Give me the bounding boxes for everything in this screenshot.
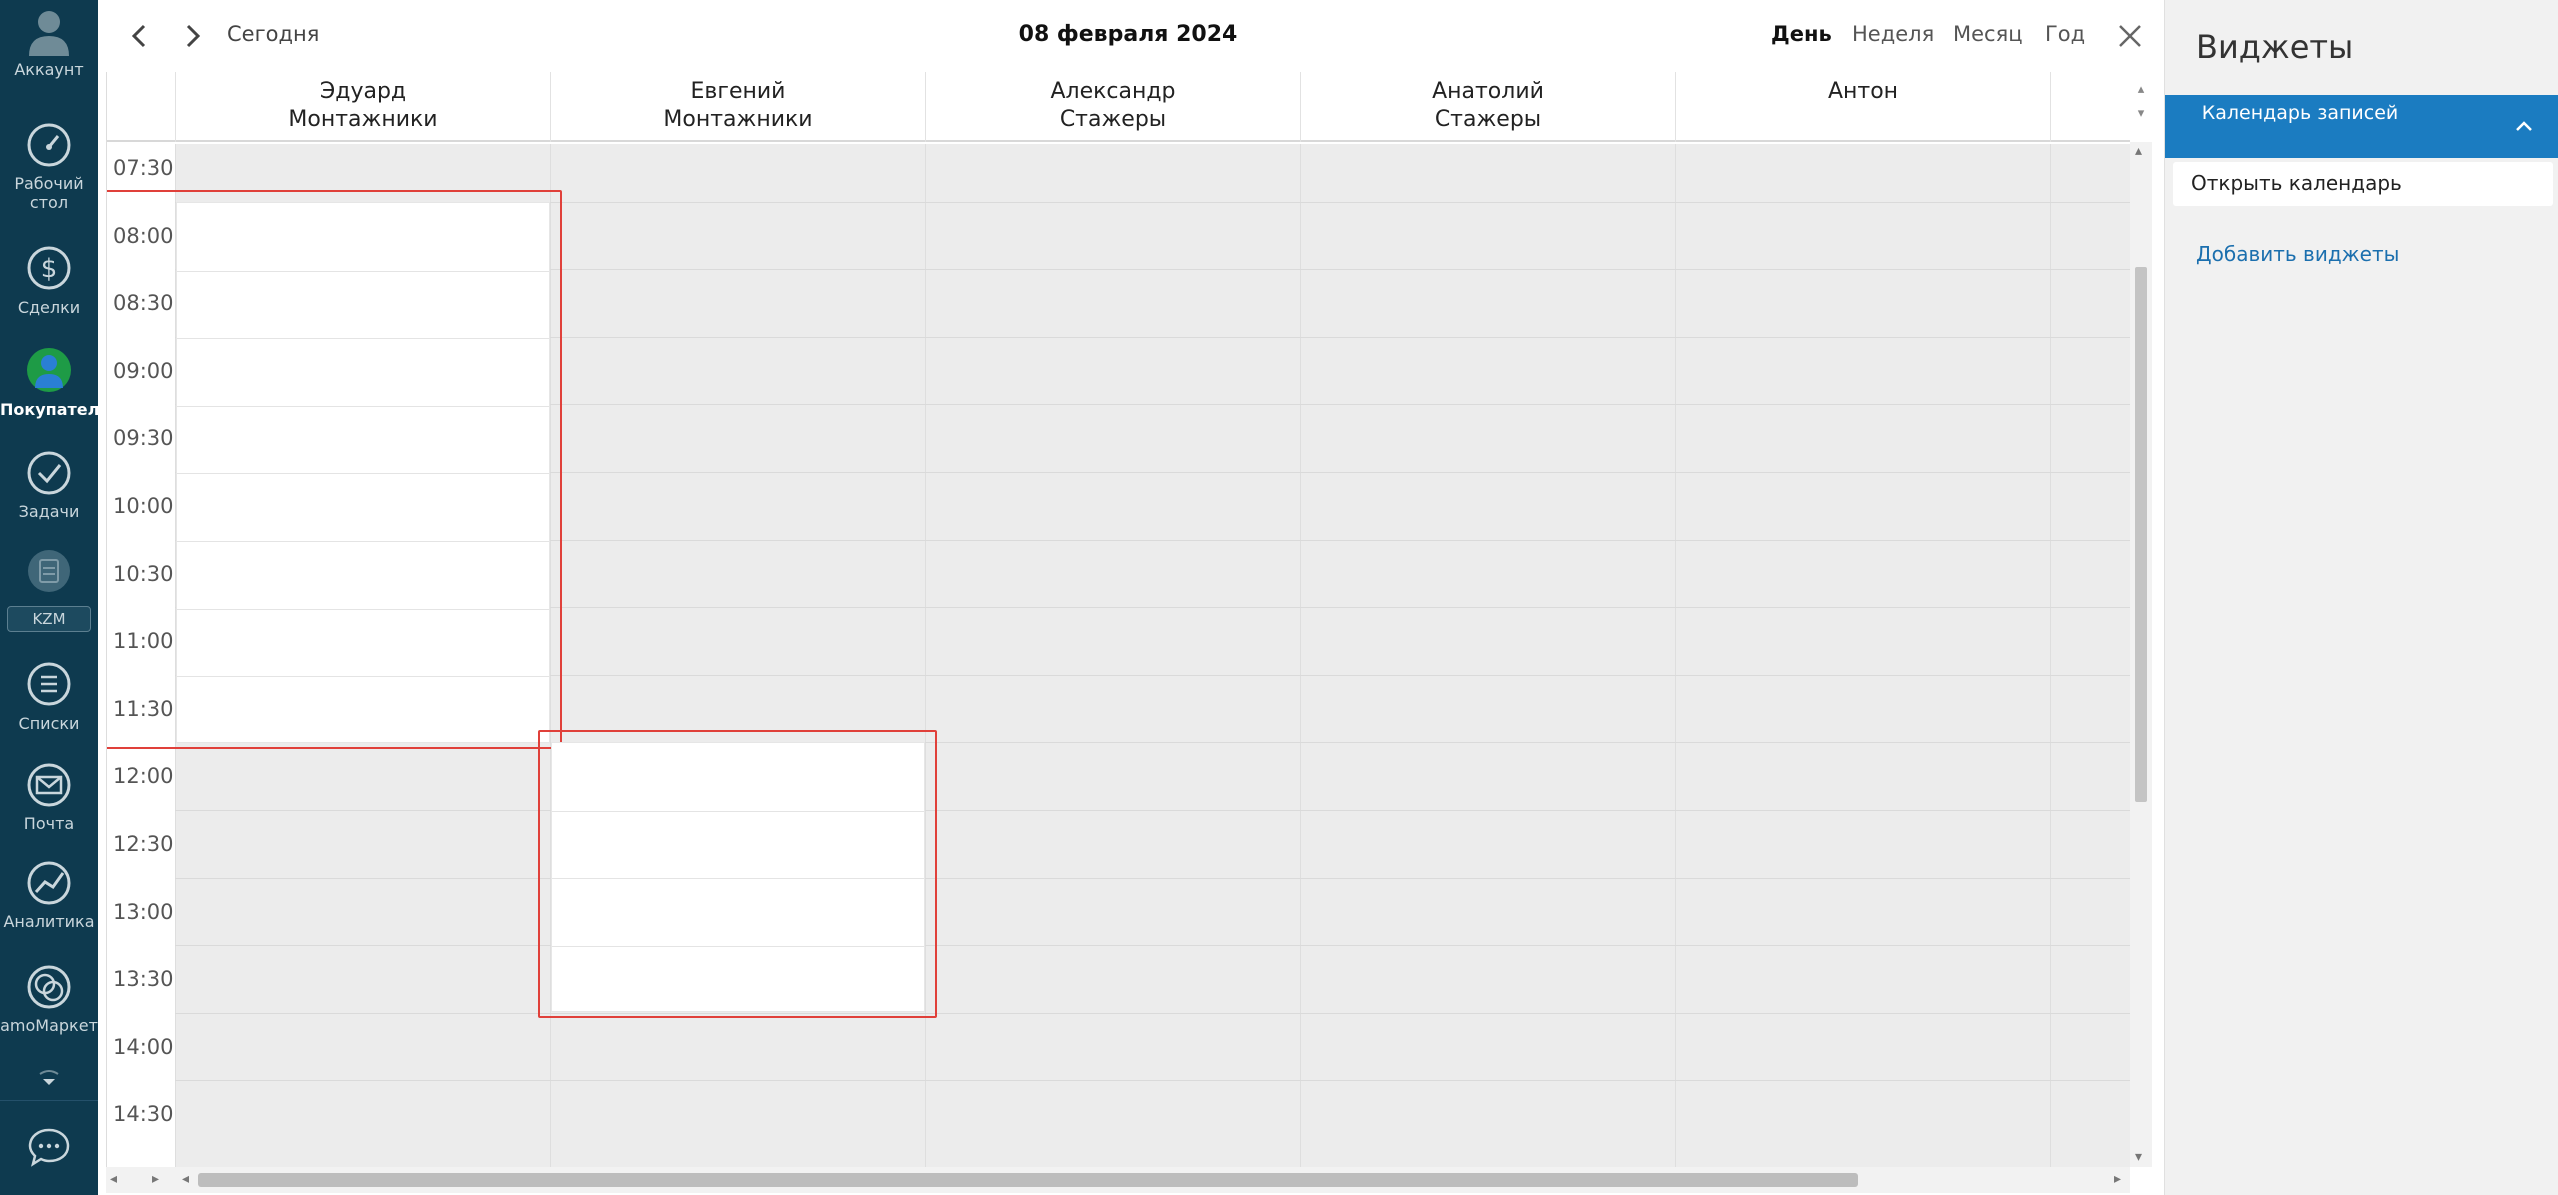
next-day-arrow-icon[interactable]: [174, 18, 210, 54]
scroll-right-arrow-icon[interactable]: ▸: [152, 1172, 159, 1186]
calendar-toolbar: Сегодня 08 февраля 2024 День Неделя Меся…: [98, 0, 2164, 72]
mail-icon: [27, 763, 71, 807]
nav-deals-label: Сделки: [17, 298, 81, 317]
time-row-line: [175, 878, 2130, 879]
open-calendar-button[interactable]: Открыть календарь: [2173, 162, 2553, 206]
widget-accordion-header[interactable]: Календарь записей: [2165, 95, 2558, 158]
nav-dashboard[interactable]: Рабочий стол: [0, 120, 98, 212]
amomarket-icon: [27, 965, 71, 1009]
scroll-left-arrow-icon[interactable]: ◂: [110, 1172, 117, 1186]
time-label: 12:00: [113, 764, 174, 788]
dollar-icon: $: [27, 246, 71, 290]
calculator-icon: [28, 550, 70, 592]
scroll-up-arrow-icon[interactable]: ▴: [2135, 144, 2142, 158]
add-widgets-link[interactable]: Добавить виджеты: [2196, 242, 2399, 266]
time-label: 13:00: [113, 900, 174, 924]
vertical-scrollbar[interactable]: ▴ ▾: [2130, 142, 2152, 1167]
tab-week[interactable]: Неделя: [1852, 22, 1934, 46]
time-row-line: [175, 1080, 2130, 1081]
nav-tasks-label: Задачи: [18, 502, 80, 521]
column-header-name: Александр: [1050, 79, 1176, 104]
nav-account[interactable]: Аккаунт: [0, 6, 98, 79]
column-header-name: Евгений: [690, 79, 786, 104]
chevron-up-icon[interactable]: [2513, 115, 2535, 137]
horizontal-scroll-thumb[interactable]: [198, 1173, 1858, 1187]
column-header-eduard: Эдуард Монтажники: [175, 72, 550, 142]
column-header-partial: [2050, 72, 2130, 142]
tab-month[interactable]: Месяц: [1953, 22, 2023, 46]
today-button[interactable]: Сегодня: [227, 22, 319, 46]
time-label: 12:30: [113, 832, 174, 856]
nav-amomarket-label: amoМаркет: [0, 1016, 98, 1035]
column-header-group: Стажеры: [1434, 107, 1542, 132]
nav-dashboard-label-2: стол: [29, 193, 69, 212]
user-avatar-icon: [29, 11, 69, 56]
nav-analytics-label: Аналитика: [3, 912, 95, 931]
nav-account-label: Аккаунт: [14, 60, 84, 79]
list-icon: [27, 662, 71, 706]
time-label: 14:00: [113, 1035, 174, 1059]
nav-customers[interactable]: Покупатели: [0, 344, 111, 419]
tab-day[interactable]: День: [1771, 22, 1832, 46]
close-icon[interactable]: [2114, 20, 2146, 52]
column-header-group: Монтажники: [288, 107, 438, 132]
nav-analytics[interactable]: Аналитика: [0, 858, 98, 931]
tab-year[interactable]: Год: [2045, 22, 2085, 46]
nav-kzm-icon-wrap[interactable]: [0, 548, 98, 598]
horizontal-scrollbar[interactable]: ◂ ▸ ◂ ▸: [106, 1167, 2130, 1193]
header-scroll-arrows[interactable]: ▴ ▾: [2133, 78, 2149, 134]
highlight-frame: [538, 730, 937, 1018]
nav-dashboard-label-1: Рабочий: [14, 174, 84, 193]
left-navigation: Аккаунт Рабочий стол $ Сделки Покупатели…: [0, 0, 111, 1195]
widgets-panel-title: Виджеты: [2196, 28, 2354, 66]
nav-tasks[interactable]: Задачи: [0, 448, 98, 521]
checkmark-circle-icon: [27, 451, 71, 495]
resource-header-row: Эдуард Монтажники Евгений Монтажники Але…: [107, 72, 2130, 142]
scroll-down-arrow-icon[interactable]: ▾: [2135, 1150, 2142, 1164]
column-header-aleksandr: Александр Стажеры: [925, 72, 1300, 142]
column-header-name: Антон: [1827, 79, 1899, 104]
time-grid: 07:30 08:00 08:30 09:00 09:30 10:00 10:30 11:00…: [107, 144, 2130, 1167]
calendar-grid: Эдуард Монтажники Евгений Монтажники Але…: [106, 72, 2130, 1167]
nav-mail-label: Почта: [23, 814, 75, 833]
chat-bubble-icon[interactable]: [27, 1126, 71, 1170]
column-header-group: Стажеры: [1059, 107, 1167, 132]
customers-icon: [27, 348, 71, 392]
time-label: 07:30: [113, 156, 174, 180]
nav-divider: [0, 1100, 98, 1101]
widgets-panel: Виджеты Календарь записей Открыть календ…: [2164, 0, 2558, 1195]
column-header-group: Монтажники: [663, 107, 813, 132]
scroll-right-arrow-icon[interactable]: ▸: [2114, 1172, 2121, 1186]
analytics-icon: [27, 861, 71, 905]
prev-day-arrow-icon[interactable]: [122, 18, 158, 54]
current-date-title: 08 февраля 2024: [1018, 22, 1238, 47]
nav-deals[interactable]: $ Сделки: [0, 240, 98, 317]
time-row-line: [175, 945, 2130, 946]
nav-more-chevron-icon[interactable]: [36, 1068, 62, 1090]
time-label: 14:30: [113, 1102, 174, 1126]
widget-name: Календарь записей: [2201, 102, 2399, 124]
nav-lists-label: Списки: [18, 714, 80, 733]
svg-text:$: $: [41, 254, 58, 284]
column-header-name: Эдуард: [319, 79, 407, 104]
highlight-frame: [107, 190, 562, 749]
column-header-anatoliy: Анатолий Стажеры: [1300, 72, 1675, 142]
scroll-left-arrow-icon[interactable]: ◂: [182, 1172, 189, 1186]
time-row-line: [175, 1013, 2130, 1014]
nav-kzm[interactable]: KZM: [7, 606, 91, 632]
speedometer-icon: [27, 123, 71, 167]
time-label: 13:30: [113, 967, 174, 991]
nav-customers-label: Покупатели: [0, 400, 111, 419]
column-header-name: Анатолий: [1432, 79, 1544, 104]
vertical-scroll-thumb[interactable]: [2135, 267, 2147, 802]
column-header-evgeniy: Евгений Монтажники: [550, 72, 925, 142]
nav-amomarket[interactable]: amoМаркет: [0, 962, 98, 1035]
nav-lists[interactable]: Списки: [0, 658, 98, 733]
column-header-anton: Антон: [1675, 72, 2050, 142]
nav-mail[interactable]: Почта: [0, 760, 98, 833]
time-row-line: [175, 810, 2130, 811]
